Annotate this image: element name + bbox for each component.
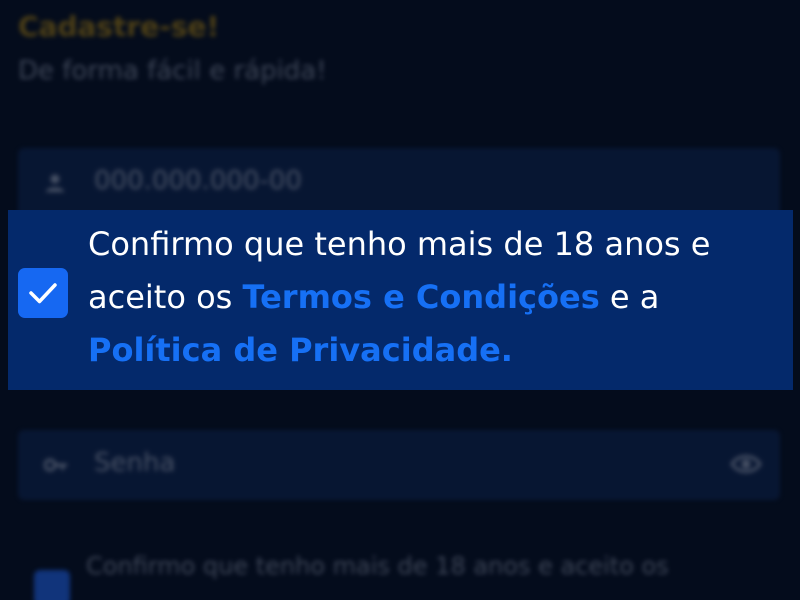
user-icon	[44, 172, 66, 194]
password-input[interactable]: Senha	[94, 448, 175, 478]
key-icon	[43, 454, 67, 476]
age-consent-checkbox[interactable]	[18, 268, 68, 318]
background-consent-text: Confirmo que tenho mais de 18 anos e ace…	[86, 552, 669, 580]
cpf-field[interactable]: 000.000.000-00	[18, 148, 780, 218]
signup-screen: Cadastre-se! De forma fácil e rápida! 00…	[0, 0, 800, 600]
checkmark-icon	[29, 283, 57, 304]
background-consent-checkbox[interactable]	[34, 570, 70, 600]
page-title: Cadastre-se!	[18, 10, 220, 43]
consent-text: Confirmo que tenho mais de 18 anos e ace…	[88, 218, 788, 377]
password-field[interactable]: Senha	[18, 430, 780, 500]
terms-link[interactable]: Termos e Condições	[243, 278, 600, 316]
eye-icon[interactable]	[730, 450, 762, 478]
privacy-link[interactable]: Política de Privacidade.	[88, 331, 513, 369]
consent-panel: Confirmo que tenho mais de 18 anos e ace…	[8, 210, 793, 390]
cpf-input[interactable]: 000.000.000-00	[94, 166, 302, 196]
consent-text-part2: e a	[599, 278, 660, 316]
page-subtitle: De forma fácil e rápida!	[18, 56, 327, 86]
